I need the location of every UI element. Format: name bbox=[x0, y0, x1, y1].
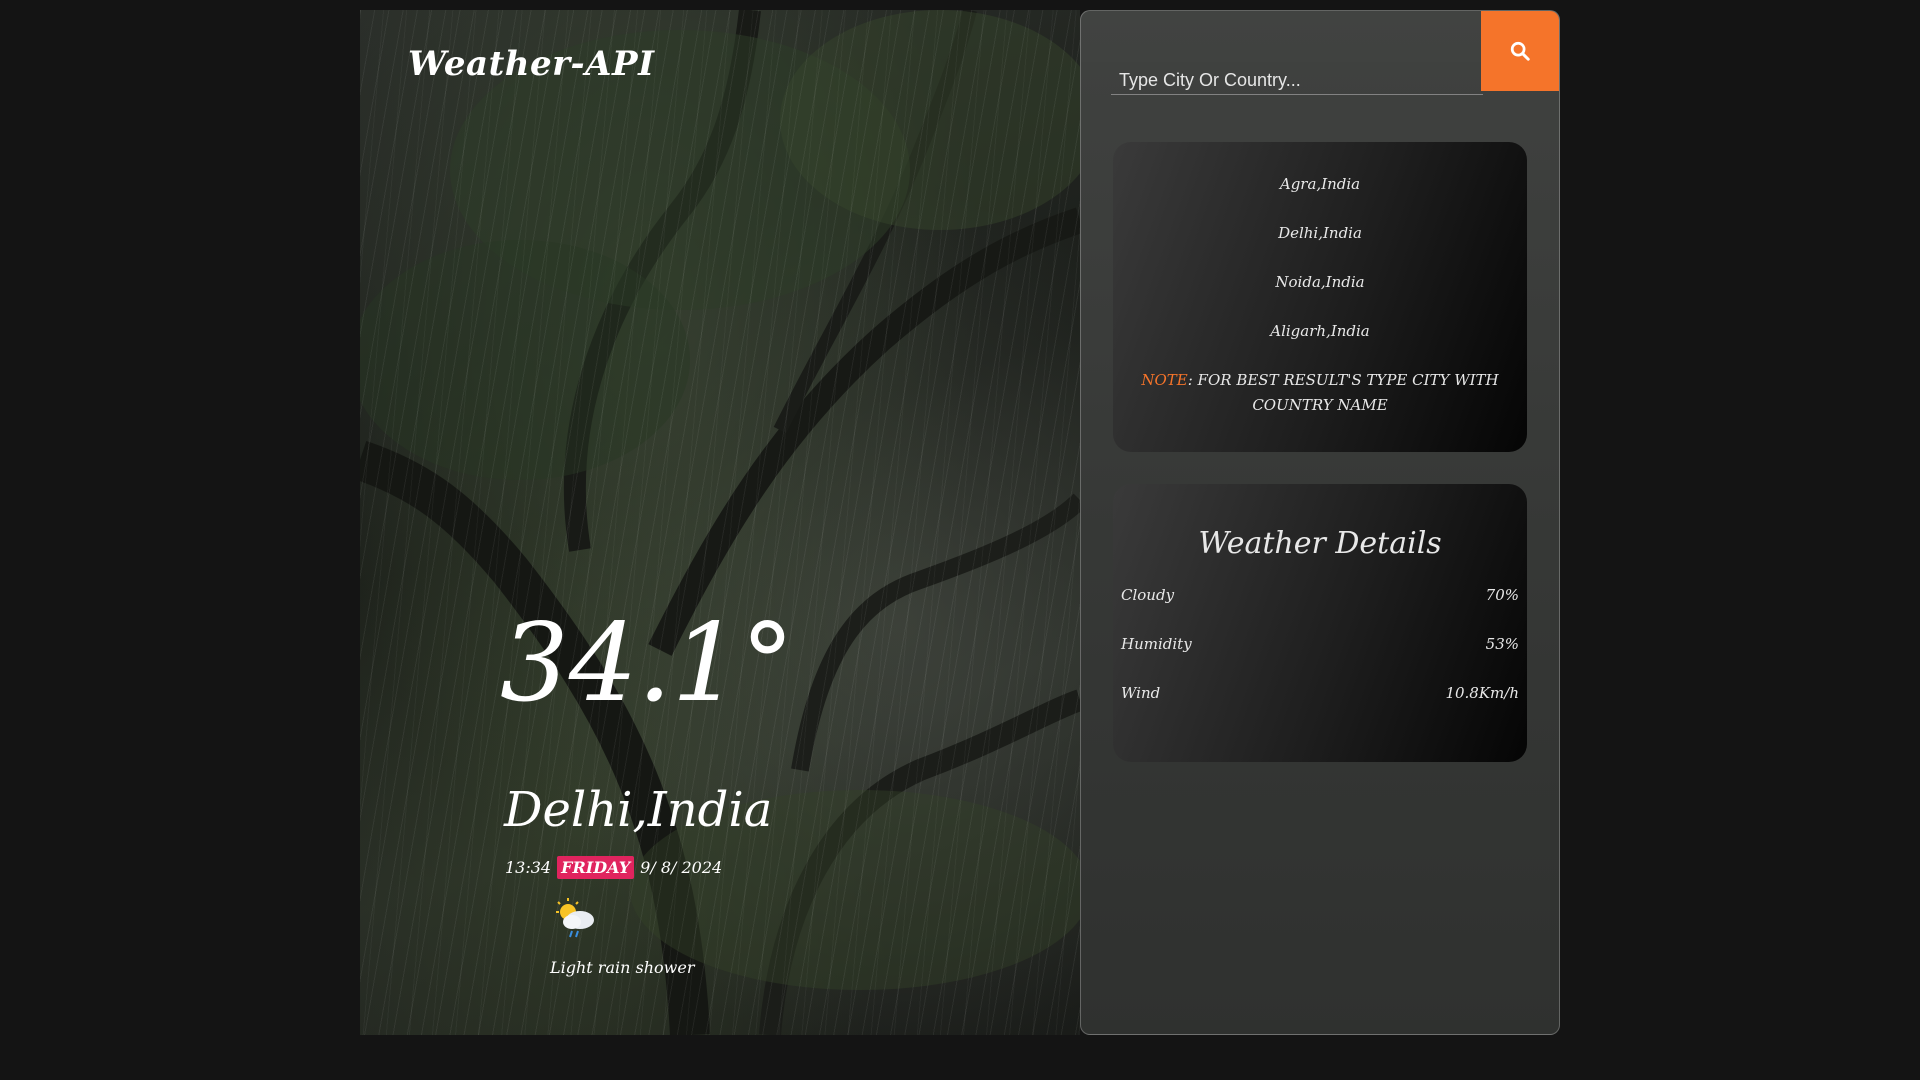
search-note: NOTE: FOR BEST RESULT'S TYPE CITY WITH C… bbox=[1113, 368, 1527, 418]
search-bar bbox=[1081, 11, 1559, 95]
partly-cloudy-rain-icon bbox=[556, 898, 594, 938]
side-panel: Agra,India Delhi,India Noida,India Aliga… bbox=[1080, 10, 1560, 1035]
suggestion-item-noida[interactable]: Noida,India bbox=[1113, 270, 1527, 319]
current-location: Delhi,India bbox=[504, 782, 773, 838]
hero-panel: Weather-API 34.1° Delhi,India 13:34 FRID… bbox=[360, 10, 1080, 1035]
detail-value: 53% bbox=[1485, 635, 1519, 653]
detail-row-cloudy: Cloudy 70% bbox=[1121, 583, 1519, 632]
condition-text: Light rain shower bbox=[550, 958, 695, 977]
detail-row-humidity: Humidity 53% bbox=[1121, 632, 1519, 681]
detail-row-wind: Wind 10.8Km/h bbox=[1121, 681, 1519, 730]
current-time: 13:34 bbox=[505, 858, 552, 877]
detail-value: 10.8Km/h bbox=[1445, 684, 1519, 702]
details-title: Weather Details bbox=[1198, 526, 1442, 561]
note-text: : FOR BEST RESULT'S TYPE CITY WITH COUNT… bbox=[1187, 371, 1499, 414]
suggestion-item-delhi[interactable]: Delhi,India bbox=[1113, 221, 1527, 270]
date-line: 13:34 FRIDAY 9/ 8/ 2024 bbox=[505, 856, 722, 879]
rainy-forest-background bbox=[360, 10, 1080, 1035]
search-input[interactable] bbox=[1111, 67, 1483, 95]
detail-label: Wind bbox=[1121, 684, 1161, 702]
detail-value: 70% bbox=[1485, 586, 1519, 604]
current-temperature: 34.1° bbox=[500, 601, 795, 726]
suggestion-item-agra[interactable]: Agra,India bbox=[1113, 172, 1527, 221]
detail-label: Humidity bbox=[1121, 635, 1192, 653]
brand-title: Weather-API bbox=[408, 44, 655, 84]
search-button[interactable] bbox=[1481, 11, 1559, 91]
current-date: 9/ 8/ 2024 bbox=[640, 858, 723, 877]
suggestion-item-aligarh[interactable]: Aligarh,India bbox=[1113, 319, 1527, 368]
weather-details-card: Weather Details Cloudy 70% Humidity 53% … bbox=[1113, 484, 1527, 762]
note-label: NOTE bbox=[1141, 371, 1188, 389]
detail-label: Cloudy bbox=[1121, 586, 1175, 604]
search-icon bbox=[1510, 41, 1530, 61]
day-badge: FRIDAY bbox=[557, 856, 635, 879]
suggestions-card: Agra,India Delhi,India Noida,India Aliga… bbox=[1113, 142, 1527, 452]
weather-app: Weather-API 34.1° Delhi,India 13:34 FRID… bbox=[360, 10, 1560, 1035]
